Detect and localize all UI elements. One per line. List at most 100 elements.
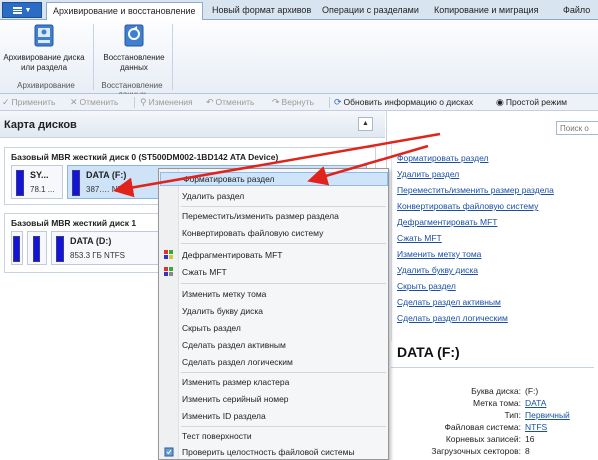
prop-value-link[interactable]: DATA (525, 398, 546, 408)
op-compress-mft[interactable]: Сжать MFT (397, 233, 442, 243)
changes-button[interactable]: ⚲ Изменения (140, 96, 193, 109)
menu-item-surface-test[interactable]: Тест поверхности (160, 429, 388, 443)
partition-small-1[interactable] (11, 231, 23, 265)
toolbar-separator (329, 97, 330, 108)
op-hide[interactable]: Скрыть раздел (397, 281, 456, 291)
op-set-logical[interactable]: Сделать раздел логическим (397, 313, 508, 323)
checkmark-icon: ✓ (2, 97, 10, 107)
menu-item-set-logical[interactable]: Сделать раздел логическим (160, 355, 388, 369)
partition-info: 853.3 ГБ NTFS (70, 251, 125, 260)
tab-archive-restore[interactable]: Архивирование и восстановление (46, 2, 203, 20)
disk-map-header: Карта дисков ▲ (0, 111, 385, 138)
divider (391, 367, 594, 368)
menu-item-convert-fs[interactable]: Конвертировать файловую систему (160, 226, 388, 240)
disk-0-title: Базовый MBR жесткий диск 0 (ST500DM002-1… (11, 152, 279, 162)
prop-label: Тип: (504, 410, 521, 420)
prop-value: 8 (525, 446, 530, 456)
op-convert-fs[interactable]: Конвертировать файловую систему (397, 201, 538, 211)
cancel-icon: ✕ (70, 97, 78, 107)
menu-separator (181, 243, 386, 244)
refresh-icon: ⟳ (334, 97, 342, 107)
partition-name: DATA (F:) (86, 170, 127, 180)
menu-item-serial-number[interactable]: Изменить серийный номер (160, 392, 388, 406)
partition-usage-bar (56, 236, 64, 262)
restore-data-button[interactable]: Восстановление данных (98, 22, 170, 73)
ribbon-group-label-archive: Архивирование (17, 81, 75, 90)
redo-button[interactable]: ↷ Вернуть (272, 96, 314, 109)
partition-info: 78.1 ... (30, 185, 55, 194)
partition-info: 387.… NTFS (86, 185, 133, 194)
operations-panel: Форматировать раздел Удалить раздел Пере… (386, 111, 598, 460)
disk-archive-icon (34, 24, 54, 47)
refresh-disks-button[interactable]: ⟳ Обновить информацию о дисках (334, 96, 473, 109)
tab-partition-operations[interactable]: Операции с разделами (316, 2, 425, 20)
disk-map-title: Карта дисков (4, 119, 77, 131)
prop-value-link[interactable]: NTFS (525, 422, 547, 432)
prop-label: Файловая система: (444, 422, 521, 432)
undo-button[interactable]: ↶ Отменить (206, 96, 254, 109)
partition-usage-bar (72, 170, 80, 196)
search-input[interactable] (556, 121, 598, 135)
partition-info-title: DATA (F:) (397, 344, 460, 360)
op-delete[interactable]: Удалить раздел (397, 169, 459, 179)
menu-item-hide[interactable]: Скрыть раздел (160, 321, 388, 335)
partition-usage-bar (33, 236, 40, 262)
menu-item-set-active[interactable]: Сделать раздел активным (160, 338, 388, 352)
menu-item-format[interactable]: Форматировать раздел (160, 172, 388, 186)
menu-separator (181, 206, 386, 207)
prop-label: Буква диска: (471, 386, 521, 396)
undo-icon: ↶ (206, 97, 214, 107)
toolbar: ✓ Применить ✕ Отменить ⚲ Изменения ↶ Отменит… (0, 94, 598, 111)
menu-item-check-fs[interactable]: Проверить целостность файловой системы (160, 445, 388, 459)
menu-item-partition-id[interactable]: Изменить ID раздела (160, 409, 388, 423)
simple-mode-icon: ◉ (496, 97, 504, 107)
prop-value: 16 (525, 434, 535, 444)
menu-item-cluster-size[interactable]: Изменить размер кластера (160, 375, 388, 389)
archive-disk-button[interactable]: Архивирование диска или раздела (2, 22, 86, 73)
menu-item-delete[interactable]: Удалить раздел (160, 189, 388, 203)
ribbon-tab-bar: ▼ Архивирование и восстановление Новый ф… (0, 0, 598, 20)
collapse-button[interactable]: ▲ (358, 117, 373, 131)
menu-item-change-label[interactable]: Изменить метку тома (160, 287, 388, 301)
ribbon-panel: Архивирование диска или раздела Восстано… (0, 20, 598, 99)
op-defrag-mft[interactable]: Дефрагментировать MFT (397, 217, 498, 227)
menu-separator (181, 372, 386, 373)
chevron-up-icon: ▲ (362, 120, 369, 127)
toolbar-separator (134, 97, 135, 108)
dropdown-arrow-icon: ▼ (24, 6, 32, 14)
menu-item-remove-letter[interactable]: Удалить букву диска (160, 304, 388, 318)
menu-item-defrag-mft[interactable]: Дефрагментировать MFT (160, 248, 388, 262)
tab-copy-migration[interactable]: Копирование и миграция (428, 2, 544, 20)
app-menu-button[interactable]: ▼ (2, 2, 42, 18)
menu-icon (12, 6, 22, 14)
compress-icon (164, 267, 173, 276)
partition-system[interactable]: SY... 78.1 ... (11, 165, 63, 199)
check-fs-icon (164, 447, 174, 457)
menu-item-compress-mft[interactable]: Сжать MFT (160, 265, 388, 279)
partition-name: SY... (30, 170, 49, 180)
op-format[interactable]: Форматировать раздел (397, 153, 488, 163)
tab-new-archive-format[interactable]: Новый формат архивов (206, 2, 317, 20)
simple-mode-button[interactable]: ◉ Простой режим (496, 96, 567, 109)
prop-label: Метка тома: (473, 398, 521, 408)
op-change-label[interactable]: Изменить метку тома (397, 249, 481, 259)
prop-value-link[interactable]: Первичный (525, 410, 570, 420)
tab-files[interactable]: Файло (557, 2, 596, 20)
op-set-active[interactable]: Сделать раздел активным (397, 297, 501, 307)
op-move-resize[interactable]: Переместить/изменить размер раздела (397, 185, 554, 195)
prop-value: (F:) (525, 386, 539, 396)
partition-usage-bar (16, 170, 24, 196)
menu-separator (181, 283, 386, 284)
restore-icon (124, 24, 144, 47)
menu-item-move-resize[interactable]: Переместить/изменить размер раздела (160, 209, 388, 223)
partition-small-2[interactable] (27, 231, 47, 265)
prop-label: Корневых записей: (445, 434, 521, 444)
apply-button[interactable]: ✓ Применить (2, 96, 55, 109)
op-remove-letter[interactable]: Удалить букву диска (397, 265, 478, 275)
prop-label: Загрузочных секторов: (431, 446, 521, 456)
partition-name: DATA (D:) (70, 236, 112, 246)
defrag-icon (164, 250, 173, 259)
partition-usage-bar (13, 236, 20, 262)
menu-separator (181, 426, 386, 427)
cancel-button[interactable]: ✕ Отменить (70, 96, 118, 109)
